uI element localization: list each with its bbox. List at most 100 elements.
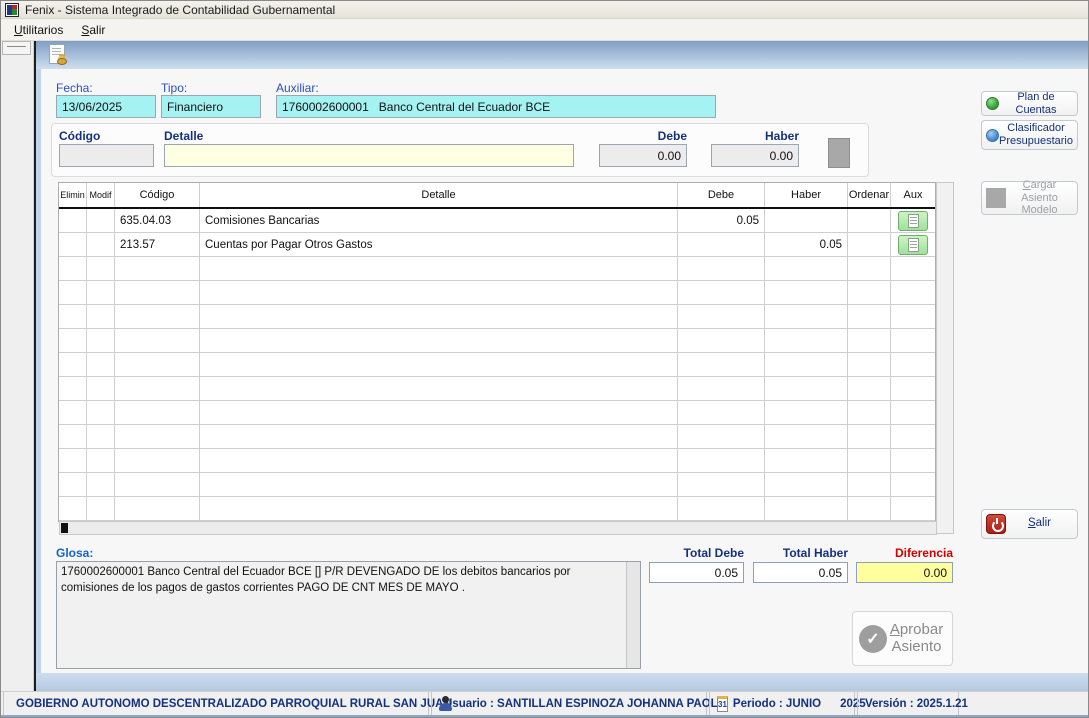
cell-codigo[interactable]: 635.04.03 — [115, 209, 200, 232]
cell-modif[interactable] — [87, 449, 115, 472]
cell-elimin[interactable] — [59, 209, 87, 232]
cell-elimin[interactable] — [59, 401, 87, 424]
cell-debe[interactable] — [678, 281, 765, 304]
cell-detalle[interactable] — [200, 329, 678, 352]
column-header-haber[interactable]: Haber — [765, 183, 848, 207]
cell-debe[interactable] — [678, 425, 765, 448]
table-row[interactable] — [59, 497, 935, 521]
cell-elimin[interactable] — [59, 425, 87, 448]
vertical-scrollbar[interactable] — [936, 182, 954, 534]
cell-haber[interactable] — [765, 377, 848, 400]
codigo-input[interactable] — [59, 144, 154, 167]
salir-button[interactable]: Salir — [981, 509, 1078, 539]
cell-haber[interactable] — [765, 209, 848, 232]
cell-debe[interactable] — [678, 473, 765, 496]
cell-debe[interactable] — [678, 353, 765, 376]
cell-modif[interactable] — [87, 497, 115, 520]
cell-ordenar[interactable] — [848, 401, 891, 424]
cell-elimin[interactable] — [59, 305, 87, 328]
cell-codigo[interactable] — [115, 497, 200, 520]
column-header-detalle[interactable]: Detalle — [200, 183, 678, 207]
cell-haber[interactable] — [765, 305, 848, 328]
cell-elimin[interactable] — [59, 257, 87, 280]
menu-salir[interactable]: Salir — [72, 20, 114, 40]
column-header-aux[interactable]: Aux — [891, 183, 935, 207]
cell-detalle[interactable]: Comisiones Bancarias — [200, 209, 678, 232]
cell-modif[interactable] — [87, 209, 115, 232]
cell-modif[interactable] — [87, 233, 115, 256]
cell-ordenar[interactable] — [848, 353, 891, 376]
debe-input[interactable]: 0.00 — [599, 144, 687, 167]
auxiliar-field[interactable]: 1760002600001 Banco Central del Ecuador … — [276, 95, 716, 118]
cargar-asiento-modelo-button[interactable]: Cargar AsientoModelo — [981, 181, 1078, 215]
cell-detalle[interactable]: Cuentas por Pagar Otros Gastos — [200, 233, 678, 256]
aux-button[interactable] — [898, 235, 928, 255]
cell-modif[interactable] — [87, 305, 115, 328]
cell-elimin[interactable] — [59, 497, 87, 520]
table-row[interactable] — [59, 425, 935, 449]
cell-elimin[interactable] — [59, 449, 87, 472]
cell-haber[interactable] — [765, 449, 848, 472]
glosa-scrollbar[interactable] — [626, 562, 640, 668]
cell-debe[interactable] — [678, 329, 765, 352]
column-header-modif[interactable]: Modif — [87, 183, 115, 207]
cell-detalle[interactable] — [200, 449, 678, 472]
clasificador-presupuestario-button[interactable]: ClasificadorPresupuestario — [981, 120, 1078, 150]
table-row[interactable] — [59, 401, 935, 425]
cell-haber[interactable] — [765, 473, 848, 496]
cell-detalle[interactable] — [200, 425, 678, 448]
cell-debe[interactable] — [678, 497, 765, 520]
cell-modif[interactable] — [87, 425, 115, 448]
cell-debe[interactable]: 0.05 — [678, 209, 765, 232]
cell-elimin[interactable] — [59, 473, 87, 496]
cell-detalle[interactable] — [200, 353, 678, 376]
cell-ordenar[interactable] — [848, 473, 891, 496]
cell-ordenar[interactable] — [848, 257, 891, 280]
cell-ordenar[interactable] — [848, 329, 891, 352]
cell-codigo[interactable] — [115, 257, 200, 280]
cell-codigo[interactable] — [115, 449, 200, 472]
haber-input[interactable]: 0.00 — [711, 144, 799, 167]
cell-codigo[interactable] — [115, 377, 200, 400]
table-row[interactable] — [59, 353, 935, 377]
column-header-código[interactable]: Código — [115, 183, 200, 207]
add-entry-button[interactable] — [828, 138, 850, 168]
table-row[interactable] — [59, 449, 935, 473]
column-header-elimin[interactable]: Elimin — [59, 183, 87, 207]
cell-codigo[interactable]: 213.57 — [115, 233, 200, 256]
cell-debe[interactable] — [678, 377, 765, 400]
cell-haber[interactable]: 0.05 — [765, 233, 848, 256]
cell-debe[interactable] — [678, 233, 765, 256]
cell-haber[interactable] — [765, 425, 848, 448]
aprobar-asiento-button[interactable]: ✓ AprobarAsiento — [852, 611, 953, 666]
splitter-grip[interactable] — [2, 41, 31, 55]
cell-codigo[interactable] — [115, 353, 200, 376]
cell-elimin[interactable] — [59, 233, 87, 256]
table-row[interactable] — [59, 473, 935, 497]
detalle-input[interactable] — [164, 144, 574, 167]
cell-detalle[interactable] — [200, 497, 678, 520]
cell-ordenar[interactable] — [848, 281, 891, 304]
cell-haber[interactable] — [765, 497, 848, 520]
column-header-debe[interactable]: Debe — [678, 183, 765, 207]
cell-detalle[interactable] — [200, 473, 678, 496]
fecha-field[interactable]: 13/06/2025 — [56, 95, 156, 118]
cell-ordenar[interactable] — [848, 449, 891, 472]
cell-modif[interactable] — [87, 353, 115, 376]
cell-detalle[interactable] — [200, 305, 678, 328]
cell-debe[interactable] — [678, 257, 765, 280]
cell-codigo[interactable] — [115, 425, 200, 448]
cell-ordenar[interactable] — [848, 233, 891, 256]
cell-modif[interactable] — [87, 329, 115, 352]
column-header-ordenar[interactable]: Ordenar — [848, 183, 891, 207]
horizontal-scrollbar[interactable] — [59, 521, 937, 535]
table-row[interactable]: 213.57Cuentas por Pagar Otros Gastos 0.05 — [59, 233, 935, 257]
cell-ordenar[interactable] — [848, 377, 891, 400]
cell-haber[interactable] — [765, 329, 848, 352]
cell-ordenar[interactable] — [848, 209, 891, 232]
cell-ordenar[interactable] — [848, 305, 891, 328]
aux-button[interactable] — [898, 211, 928, 231]
cell-codigo[interactable] — [115, 281, 200, 304]
cell-detalle[interactable] — [200, 377, 678, 400]
table-row[interactable] — [59, 257, 935, 281]
